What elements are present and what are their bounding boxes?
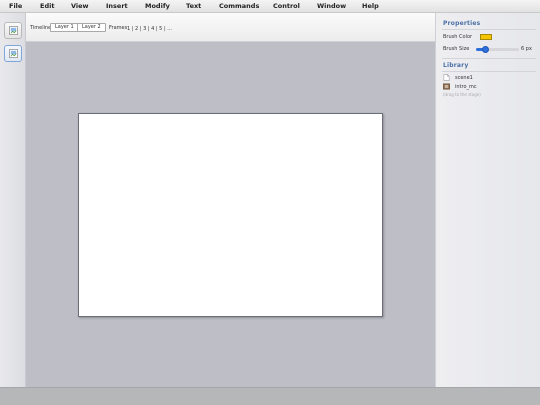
menu-edit[interactable]: Edit: [40, 2, 54, 11]
divider: [442, 58, 536, 59]
broken-image-icon: [8, 26, 18, 35]
menu-window[interactable]: Window: [317, 2, 346, 11]
menu-file[interactable]: File: [9, 2, 22, 11]
document-icon: [443, 74, 450, 81]
menu-control[interactable]: Control: [273, 2, 300, 11]
library-item-label: intro_mc: [455, 83, 477, 90]
library-item-intro-mc[interactable]: intro_mc: [443, 83, 477, 90]
tool-button-1[interactable]: [4, 22, 22, 39]
library-item-scene1[interactable]: scene1: [443, 74, 473, 81]
menu-text[interactable]: Text: [186, 2, 201, 11]
library-title: Library: [443, 62, 469, 69]
tools-panel: [0, 13, 26, 387]
movieclip-icon: [443, 83, 450, 90]
brush-size-value: 6 px: [521, 46, 532, 52]
layer-1-button[interactable]: Layer 1: [50, 23, 79, 32]
divider: [442, 71, 536, 72]
brush-color-swatch[interactable]: [480, 34, 492, 40]
brush-size-slider[interactable]: [476, 46, 519, 53]
tool-button-2[interactable]: [4, 45, 22, 62]
menu-commands[interactable]: Commands: [219, 2, 259, 11]
properties-title: Properties: [443, 20, 481, 27]
brush-size-label: Brush Size: [443, 46, 470, 52]
menu-insert[interactable]: Insert: [106, 2, 128, 11]
stage-area: [26, 42, 435, 387]
library-item-label: scene1: [455, 74, 473, 81]
menu-bar: File Edit View Insert Modify Text Comman…: [0, 0, 540, 13]
stage-canvas[interactable]: [78, 113, 383, 317]
slider-thumb[interactable]: [482, 46, 490, 53]
frames-list[interactable]: 1 | 2 | 3 | 4 | 5 | ...: [127, 26, 172, 32]
status-bar: [0, 387, 540, 405]
menu-modify[interactable]: Modify: [145, 2, 170, 11]
timeline-bar: Timeline Layer 1 Layer 2 Frames 1 | 2 | …: [26, 13, 435, 42]
menu-view[interactable]: View: [71, 2, 89, 11]
frames-label: Frames: [109, 25, 128, 31]
library-hint: (drag to the stage): [443, 92, 481, 97]
layer-2-button[interactable]: Layer 2: [77, 23, 106, 32]
timeline-label: Timeline: [30, 25, 52, 31]
divider: [442, 29, 536, 30]
brush-color-label: Brush Color: [443, 34, 473, 40]
menu-help[interactable]: Help: [362, 2, 379, 11]
broken-image-icon: [8, 49, 18, 58]
side-panel: Properties Brush Color Brush Size 6 px L…: [435, 13, 540, 387]
